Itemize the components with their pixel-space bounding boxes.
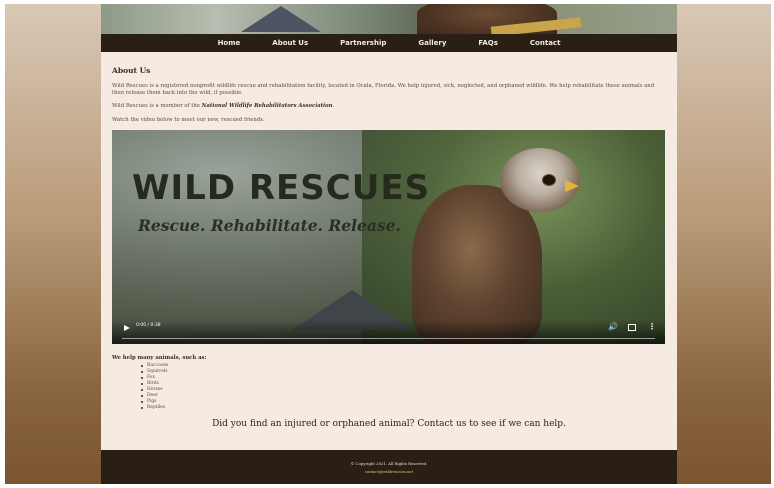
video-hawk-eye [542,174,556,186]
footer-email-link[interactable]: contact@wildrescues.net [101,469,677,474]
play-icon[interactable] [124,325,130,331]
nav-faqs-link[interactable]: FAQs [478,39,498,47]
video-time-display: 0:00 / 0:38 [136,323,161,328]
about-paragraph-intro: Wild Rescues is a registered nonprofit w… [112,83,655,96]
nav-about-link[interactable]: About Us [272,39,308,47]
page-container: Home About Us Partnership Gallery FAQs C… [101,4,677,484]
about-paragraph-video-intro: Watch the video below to meet our new, r… [112,117,265,123]
animals-heading: We help many animals, such as: [112,355,207,361]
list-item: Reptiles [141,405,168,411]
membership-suffix: . [332,103,335,109]
about-section: About Us Wild Rescues is a registered no… [112,66,665,123]
nav-gallery-link[interactable]: Gallery [418,39,446,47]
association-name: National Wildlife Rehabilitators Associa… [201,103,333,109]
video-title-overlay: WILD RESCUES [132,168,431,208]
contact-call-to-action: Did you find an injured or orphaned anim… [212,419,566,429]
video-player[interactable]: WILD RESCUES Rescue. Rehabilitate. Relea… [112,130,665,344]
more-options-icon[interactable]: ⋮ [648,323,656,331]
membership-prefix: Wild Rescues is a member of the [112,103,202,109]
about-paragraph-membership: Wild Rescues is a member of the National… [112,103,665,110]
nav-home-link[interactable]: Home [218,39,241,47]
header-banner-image [101,4,677,34]
about-heading: About Us [112,66,151,75]
volume-icon[interactable]: 🔊 [608,323,618,331]
header-roof-shape [241,6,321,32]
nav-partnership-link[interactable]: Partnership [340,39,386,47]
video-hawk-beak [565,180,579,192]
page-footer: © Copyright 2021. All Rights Reserved. c… [101,450,677,484]
main-navigation: Home About Us Partnership Gallery FAQs C… [101,34,677,52]
nav-contact-link[interactable]: Contact [530,39,561,47]
video-progress-bar[interactable] [122,338,655,339]
video-controls-bar: 0:00 / 0:38 🔊 ⋮ [112,320,665,344]
animals-list: Raccoons Squirrels Fox Birds Horses Deer… [141,363,168,411]
video-tagline-overlay: Rescue. Rehabilitate. Release. [138,216,401,235]
footer-copyright: © Copyright 2021. All Rights Reserved. [350,461,428,466]
fullscreen-icon[interactable] [628,324,636,331]
